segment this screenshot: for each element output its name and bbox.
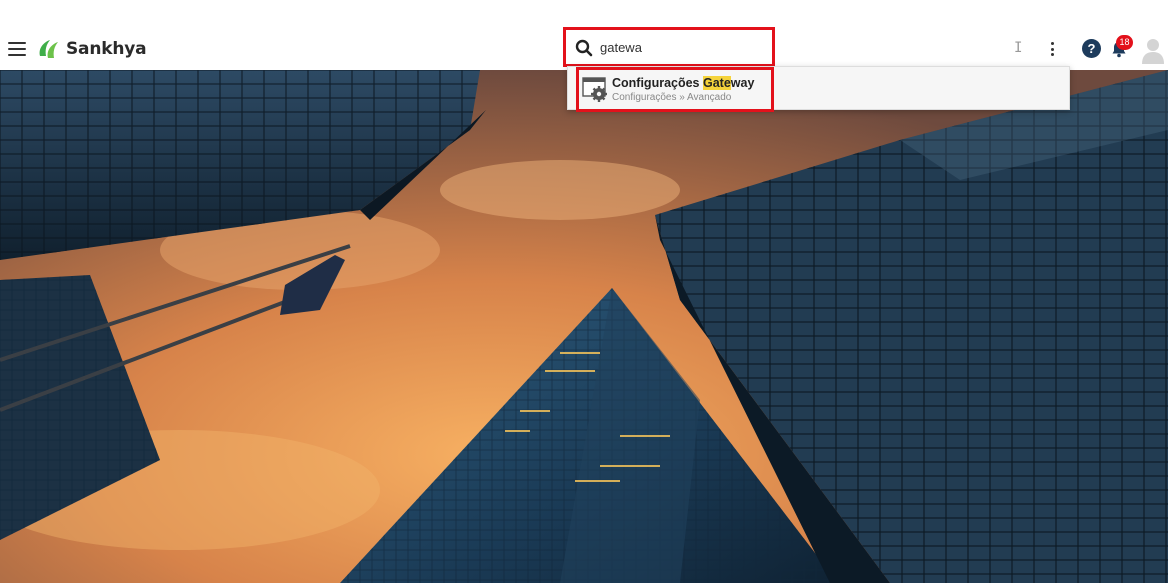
search-results-dropdown: Configurações Gateway Configurações » Av… — [567, 66, 1070, 112]
search-box[interactable] — [563, 27, 775, 67]
search-input[interactable] — [600, 40, 760, 55]
text-cursor-icon: I — [1014, 40, 1023, 56]
background-image — [0, 70, 1168, 583]
menu-icon[interactable] — [8, 42, 26, 56]
settings-window-icon — [582, 77, 607, 102]
app-logo[interactable]: Sankhya — [36, 36, 147, 62]
logo-mark-icon — [39, 40, 58, 58]
search-result-title: Configurações Gateway — [612, 76, 755, 90]
user-avatar-icon[interactable] — [1142, 37, 1164, 64]
search-result-item[interactable]: Configurações Gateway Configurações » Av… — [576, 67, 774, 112]
top-bar: Sankhya I ? 18 — [0, 0, 1168, 70]
search-match-highlight: Gate — [703, 76, 731, 90]
notification-badge: 18 — [1116, 35, 1133, 50]
search-result-path: Configurações » Avançado — [612, 92, 732, 103]
app-name: Sankhya — [66, 39, 147, 59]
kebab-menu-icon[interactable] — [1046, 40, 1058, 58]
search-icon — [575, 39, 593, 57]
help-icon[interactable]: ? — [1082, 39, 1101, 58]
